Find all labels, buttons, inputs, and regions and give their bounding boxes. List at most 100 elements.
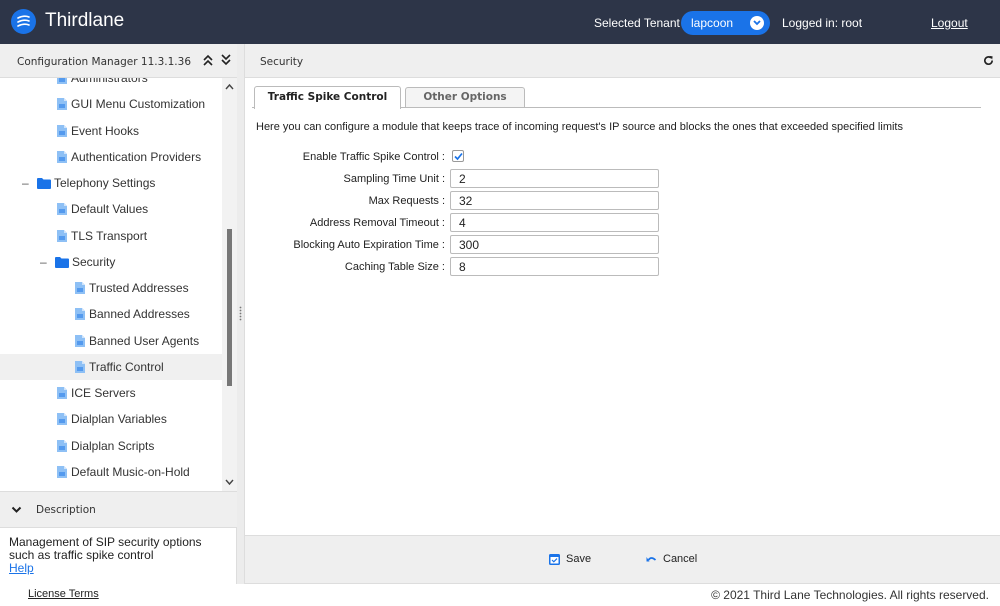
tenant-select[interactable]: lapcoon [681,11,770,35]
collapse-all-button[interactable] [202,53,216,69]
field-label: Sampling Time Unit : [343,173,445,185]
document-icon [57,78,67,84]
tree-item[interactable]: Authentication Providers [0,144,222,170]
field-input[interactable] [450,257,659,276]
navigation-tree: Administrators GUI Menu Customization Even… [0,78,222,491]
document-icon [57,465,67,478]
help-link[interactable]: Help [9,561,34,575]
form-row: Caching Table Size : [245,257,665,277]
field-label: Blocking Auto Expiration Time : [293,239,445,251]
tree-item-label: Security [72,254,116,269]
tree-item[interactable]: GUI Menu Customization [0,91,222,117]
tree-item[interactable]: Dialplan Variables [0,406,222,432]
enable-traffic-spike-row: Enable Traffic Spike Control : [245,147,665,167]
field-input[interactable] [450,213,659,232]
document-icon [57,413,67,426]
tree-item[interactable]: Banned User Agents [0,328,222,354]
scroll-up-icon[interactable] [224,82,235,92]
cancel-label: Cancel [663,553,698,565]
tree-item-label: GUI Menu Customization [71,97,206,112]
main-header: Security [245,44,1000,78]
tree-item-label: Banned Addresses [89,307,190,322]
field-input[interactable] [450,191,659,210]
enable-traffic-spike-checkbox[interactable] [452,150,464,162]
form-row: Sampling Time Unit : [245,169,665,189]
field-input[interactable] [450,169,659,188]
form-row: Blocking Auto Expiration Time : [245,235,665,255]
scroll-down-icon[interactable] [224,477,235,487]
document-icon [75,282,85,294]
tree-item[interactable]: Traffic Control [0,353,222,380]
tab-other-options[interactable]: Other Options [405,87,525,107]
page-footer: License Terms © 2021 Third Lane Technolo… [0,584,1000,606]
logout-link[interactable]: Logout [931,16,968,30]
action-bar: Save Cancel [245,535,1000,584]
thirdlane-logo-icon [11,9,36,34]
tree-item-label: Administrators [71,78,148,85]
license-terms-link[interactable]: License Terms [28,588,99,600]
document-icon [57,387,67,399]
tree-item-label: Event Hooks [71,123,140,138]
page-title: Security [260,56,304,68]
description-header[interactable]: Description [0,491,237,528]
tree-item-label: Authentication Providers [71,149,202,164]
tenant-value: lapcoon [691,16,734,30]
collapse-toggle-icon[interactable]: – [40,249,47,275]
tree-item[interactable]: – Telephony Settings [0,170,222,196]
top-bar: Thirdlane Selected Tenant : lapcoon Logg… [0,0,1000,44]
tree-item[interactable]: Dialplan Scripts [0,433,222,459]
tab-traffic-spike-control[interactable]: Traffic Spike Control [254,86,401,109]
intro-text: Here you can configure a module that kee… [256,121,903,133]
config-manager-header: Configuration Manager 11.3.1.36 [0,44,237,78]
description-text: Management of SIP security options such … [9,535,202,562]
refresh-icon[interactable] [983,55,994,66]
brand-name: Thirdlane [45,10,125,31]
tree-item[interactable]: Default Music-on-Hold [0,459,222,485]
expand-all-button[interactable] [220,53,234,69]
document-icon [57,439,67,452]
tree-item-label: Banned User Agents [89,333,200,348]
tree-item-label: Default Values [71,202,149,217]
enable-traffic-spike-label: Enable Traffic Spike Control : [302,151,445,163]
tree-item[interactable]: – Security [0,249,222,275]
tree-item-label: Trusted Addresses [89,281,189,295]
description-title: Description [36,504,96,516]
tab-bar: Traffic Spike Control Other Options [252,86,981,109]
panel-splitter[interactable] [237,44,245,584]
tree-scrollbar[interactable] [222,78,237,491]
copyright-text: © 2021 Third Lane Technologies. All righ… [711,588,989,602]
main-panel: Security Traffic Spike Control Other Opt… [245,44,1000,584]
save-label: Save [566,553,592,565]
document-icon [75,360,85,373]
tree-item-label: Traffic Control [89,359,164,374]
drag-handle-icon [239,306,242,321]
folder-icon [37,178,51,189]
tree-item[interactable]: Default Values [0,196,222,222]
document-icon [75,308,85,321]
tree-item[interactable]: TLS Transport [0,223,222,249]
config-manager-panel: Configuration Manager 11.3.1.36 Administ… [0,44,237,584]
tree-item[interactable]: ICE Servers [0,380,222,406]
tree-item[interactable]: Banned Addresses [0,301,222,327]
config-manager-title: Configuration Manager 11.3.1.36 [17,56,192,68]
save-icon [549,554,560,565]
tree-item-label: ICE Servers [71,386,136,400]
field-input[interactable] [450,235,659,254]
collapse-toggle-icon[interactable]: – [22,170,29,196]
document-icon [57,124,67,137]
scrollbar-thumb[interactable] [227,229,232,386]
logged-in-user: Logged in: root [782,16,863,30]
tree-item-label: Dialplan Variables [71,412,167,427]
tree-item[interactable]: Event Hooks [0,118,222,144]
checkmark-icon [454,152,463,161]
folder-icon [55,256,69,268]
tree-item-label: TLS Transport [71,228,148,243]
field-label: Max Requests : [368,195,445,207]
document-icon [75,334,85,347]
field-label: Address Removal Timeout : [309,217,445,229]
form-row: Max Requests : [245,191,665,211]
tree-item[interactable]: Administrators [0,78,222,91]
tree-item[interactable]: Trusted Addresses [0,275,222,301]
document-icon [57,203,67,216]
tree-item-label: Telephony Settings [54,176,156,190]
